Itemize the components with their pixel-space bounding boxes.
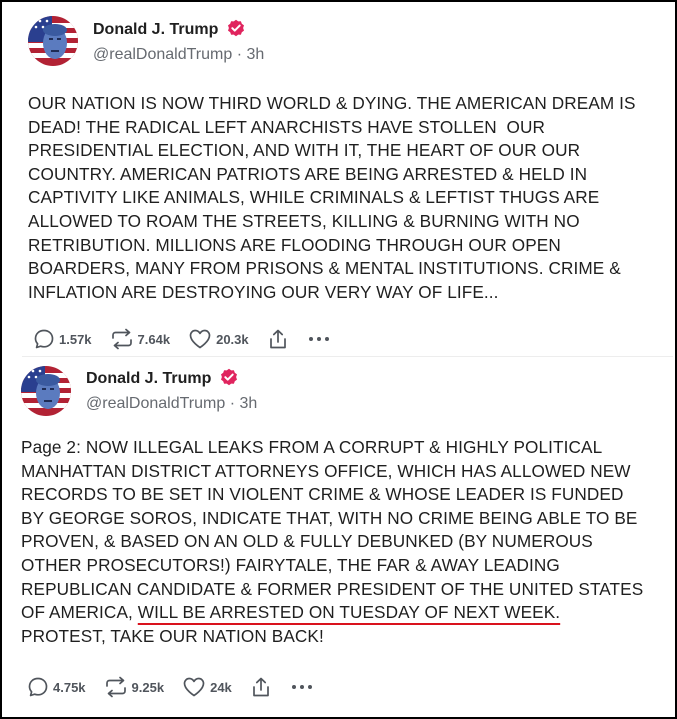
like-button[interactable]: 20.3k — [188, 328, 249, 350]
like-count: 24k — [210, 679, 232, 695]
more-options-button[interactable] — [308, 337, 329, 341]
retruth-icon — [111, 328, 132, 350]
post-line: RECORDS TO BE SET IN VIOLENT CRIME & WHO… — [21, 484, 624, 505]
separator-dot: · — [229, 395, 240, 412]
author-name-text[interactable]: Donald J. Trump — [93, 21, 218, 38]
author-handle[interactable]: @realDonaldTrump — [93, 46, 232, 63]
post-line: PROVEN, & BASED ON AN OLD & FULLY DEBUNK… — [21, 531, 593, 552]
author-name[interactable]: Donald J. Trump — [86, 368, 238, 388]
post-timestamp[interactable]: 3h — [247, 46, 265, 63]
author-avatar[interactable] — [21, 366, 71, 416]
post-line: OUR NATION IS NOW THIRD WORLD & DYING. T… — [28, 93, 636, 113]
post-line: ALLOWED TO ROAM THE STREETS, KILLING & B… — [28, 210, 580, 231]
post-line: PRESIDENTIAL ELECTION, AND WITH IT, THE … — [28, 140, 581, 161]
post-line-prefix: OF AMERICA, — [21, 602, 138, 623]
more-dot-icon — [291, 685, 296, 689]
reply-count: 4.75k — [53, 679, 86, 695]
heart-icon — [183, 677, 205, 697]
more-options-button[interactable] — [291, 685, 312, 689]
action-bar: 4.75k 9.25k 24k — [27, 676, 312, 698]
post-1[interactable]: Donald J. Trump @realDonaldTrump · 3h OU… — [2, 6, 675, 356]
retruth-button[interactable]: 9.25k — [104, 676, 165, 698]
author-name-text[interactable]: Donald J. Trump — [86, 370, 211, 387]
post-line: RETRIBUTION. MILLIONS ARE FLOODING THROU… — [28, 234, 561, 255]
post-timestamp[interactable]: 3h — [240, 395, 258, 412]
author-avatar[interactable] — [28, 16, 78, 66]
more-dot-icon — [299, 685, 304, 689]
reply-icon — [28, 677, 48, 697]
post-line: PROTEST, TAKE OUR NATION BACK! — [21, 625, 324, 646]
more-dot-icon — [308, 337, 313, 341]
heart-icon — [189, 329, 211, 349]
like-button[interactable]: 24k — [182, 676, 232, 698]
author-handle-row: @realDonaldTrump · 3h — [86, 395, 257, 413]
underlined-arrest-text: WILL BE ARRESTED ON TUESDAY OF NEXT WEEK… — [137, 602, 561, 623]
post-body: Page 2: NOW ILLEGAL LEAKS FROM A CORRUPT… — [21, 436, 643, 648]
more-dot-icon — [307, 685, 312, 689]
post-line: BY GEORGE SOROS, INDICATE THAT, WITH NO … — [21, 507, 638, 528]
reply-icon — [34, 329, 54, 349]
screenshot-frame: Donald J. Trump @realDonaldTrump · 3h OU… — [0, 0, 677, 719]
post-divider — [22, 356, 673, 357]
author-handle[interactable]: @realDonaldTrump — [86, 395, 225, 412]
post-line: OTHER PROSECUTORS!) FAIRYTALE, THE FAR &… — [21, 554, 560, 575]
post-line: OF AMERICA, WILL BE ARRESTED ON TUESDAY … — [21, 601, 643, 625]
post-line: CAPTIVITY LIKE ANIMALS, WHILE CRIMINALS … — [28, 187, 600, 208]
share-button[interactable] — [250, 676, 272, 698]
post-line: INFLATION ARE DESTROYING OUR VERY WAY OF… — [28, 281, 499, 302]
share-button[interactable] — [267, 328, 289, 350]
retruth-button[interactable]: 7.64k — [110, 328, 171, 350]
avatar-flag-portrait-icon — [28, 16, 78, 66]
retruth-count: 9.25k — [131, 679, 165, 695]
more-dot-icon — [316, 337, 321, 341]
separator-dot: · — [236, 46, 247, 63]
post-body: OUR NATION IS NOW THIRD WORLD & DYING. T… — [28, 92, 636, 304]
share-icon — [252, 677, 269, 697]
post-line: MANHATTAN DISTRICT ATTORNEYS OFFICE, WHI… — [21, 460, 631, 481]
post-line: REPUBLICAN CANDIDATE & FORMER PRESIDENT … — [21, 578, 644, 599]
reply-count: 1.57k — [59, 331, 92, 347]
reply-button[interactable]: 4.75k — [27, 676, 86, 698]
post-2[interactable]: Donald J. Trump @realDonaldTrump · 3h Pa… — [2, 358, 675, 717]
avatar-flag-portrait-icon — [21, 366, 71, 416]
post-line: COUNTRY. AMERICAN PATRIOTS ARE BEING ARR… — [28, 163, 588, 184]
retruth-icon — [105, 676, 126, 698]
like-count: 20.3k — [216, 331, 249, 347]
verified-badge-icon — [227, 19, 244, 37]
author-handle-row: @realDonaldTrump · 3h — [93, 46, 264, 64]
reply-button[interactable]: 1.57k — [33, 328, 92, 350]
more-dot-icon — [324, 337, 329, 341]
retruth-count: 7.64k — [137, 331, 171, 347]
verified-badge-icon — [220, 368, 237, 386]
share-icon — [269, 329, 286, 349]
post-line: DEAD! THE RADICAL LEFT ANARCHISTS HAVE S… — [28, 116, 546, 137]
post-line: Page 2: NOW ILLEGAL LEAKS FROM A CORRUPT… — [21, 437, 603, 457]
post-line: BOARDERS, MANY FROM PRISONS & MENTAL INS… — [28, 258, 621, 279]
author-name[interactable]: Donald J. Trump — [93, 19, 245, 39]
action-bar: 1.57k 7.64k 20.3k — [33, 328, 329, 350]
